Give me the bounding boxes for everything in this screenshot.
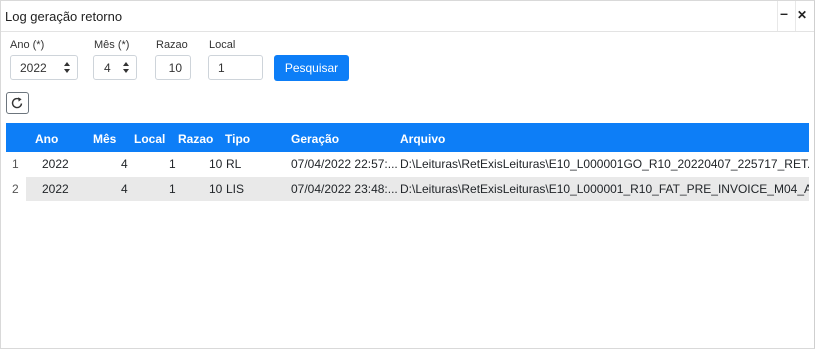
- cell-mes: 4: [121, 157, 128, 171]
- col-razao[interactable]: Razao: [178, 132, 213, 146]
- cell-tipo: RL: [226, 157, 242, 171]
- table-header: Ano Mês Local Razao Tipo Geração Arquivo: [6, 123, 809, 152]
- mes-stepper[interactable]: 4: [93, 55, 137, 80]
- razao-input[interactable]: 10: [155, 55, 191, 80]
- cell-mes: 4: [121, 182, 128, 196]
- col-mes[interactable]: Mês: [93, 132, 116, 146]
- cell-local: 1: [169, 157, 176, 171]
- spinner-icon[interactable]: [64, 60, 71, 75]
- row-number: 1: [12, 157, 19, 171]
- col-ano[interactable]: Ano: [35, 132, 58, 146]
- refresh-button[interactable]: [6, 92, 29, 114]
- cell-razao: 10: [209, 157, 223, 171]
- col-geracao[interactable]: Geração: [291, 132, 339, 146]
- close-icon[interactable]: ✕: [794, 8, 810, 24]
- cell-local: 1: [169, 182, 176, 196]
- log-window: Log geração retorno – ✕ Ano (*) Mês (*) …: [0, 0, 815, 349]
- cell-geracao: 07/04/2022 23:48:...: [291, 182, 397, 196]
- cell-tipo: LIS: [226, 182, 245, 196]
- table-row[interactable]: 1 2022 4 1 10 RL 07/04/2022 22:57:... D:…: [6, 152, 809, 176]
- cell-arquivo: D:\Leituras\RetExisLeituras\E10_L000001_…: [400, 182, 809, 196]
- ano-label: Ano (*): [10, 39, 45, 51]
- col-tipo[interactable]: Tipo: [225, 132, 250, 146]
- spinner-icon[interactable]: [123, 60, 130, 75]
- refresh-icon: [11, 97, 23, 109]
- ano-value: 2022: [20, 61, 47, 75]
- local-value: 1: [218, 61, 225, 75]
- mes-label: Mês (*): [94, 39, 130, 51]
- cell-ano: 2022: [42, 157, 69, 171]
- cell-razao: 10: [209, 182, 223, 196]
- local-label: Local: [209, 39, 236, 51]
- window-title: Log geração retorno: [5, 9, 123, 24]
- local-input[interactable]: 1: [208, 55, 263, 80]
- ano-stepper[interactable]: 2022: [10, 55, 78, 80]
- table-row[interactable]: 2 2022 4 1 10 LIS 07/04/2022 23:48:... D…: [6, 177, 809, 201]
- log-table: Ano Mês Local Razao Tipo Geração Arquivo…: [6, 123, 809, 349]
- cell-geracao: 07/04/2022 22:57:...: [291, 157, 397, 171]
- cell-ano: 2022: [42, 182, 69, 196]
- title-bar: Log geração retorno – ✕: [1, 1, 814, 32]
- mes-value: 4: [104, 61, 111, 75]
- minimize-icon[interactable]: –: [776, 5, 792, 21]
- razao-label: Razao: [156, 39, 188, 51]
- search-button[interactable]: Pesquisar: [274, 55, 349, 81]
- razao-value: 10: [168, 61, 182, 75]
- col-arquivo[interactable]: Arquivo: [400, 132, 445, 146]
- cell-arquivo: D:\Leituras\RetExisLeituras\E10_L000001G…: [400, 157, 809, 171]
- row-number: 2: [12, 182, 19, 196]
- col-local[interactable]: Local: [134, 132, 165, 146]
